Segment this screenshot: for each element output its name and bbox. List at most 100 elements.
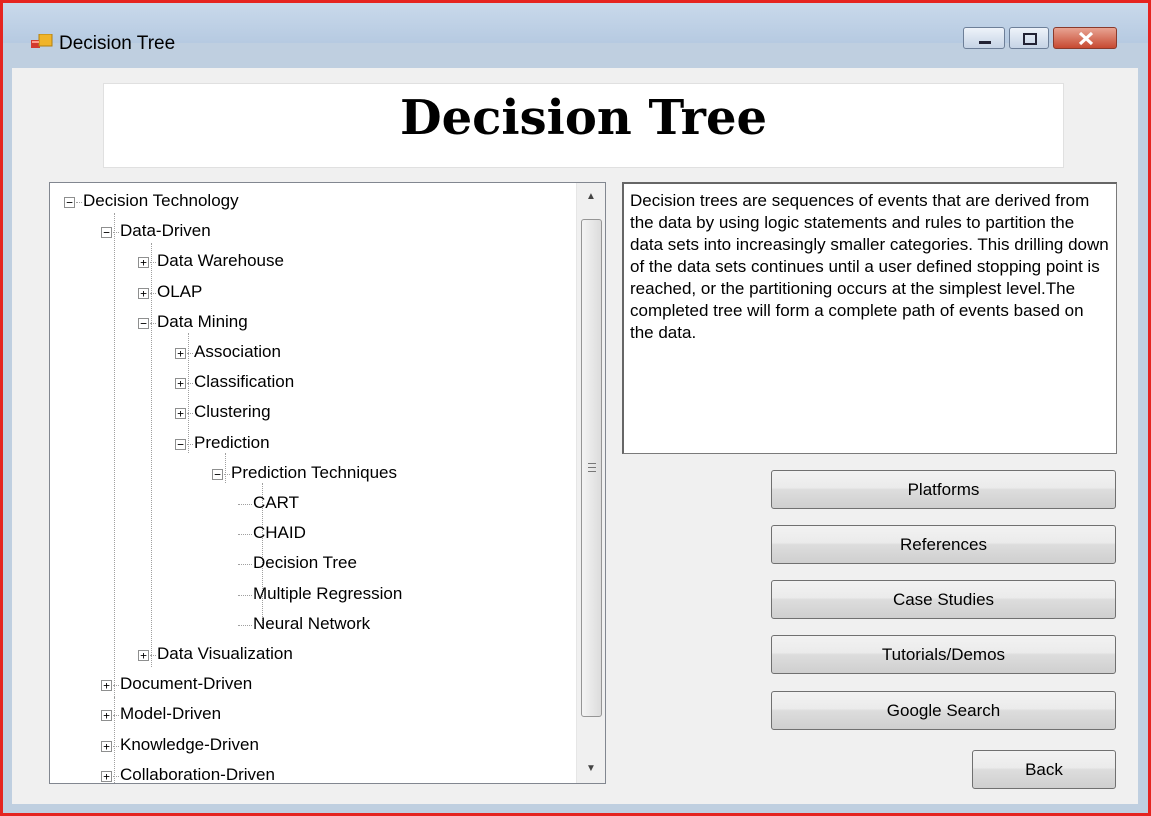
tree-connector bbox=[150, 655, 156, 656]
expand-toggle-icon[interactable]: + bbox=[138, 256, 149, 269]
tree-node[interactable]: − Data Mining bbox=[50, 304, 570, 331]
tree-connector bbox=[238, 595, 252, 596]
tree-node-label: Prediction Techniques bbox=[231, 463, 398, 482]
tutorials-demos-button[interactable]: Tutorials/Demos bbox=[771, 635, 1116, 674]
references-button[interactable]: References bbox=[771, 525, 1116, 564]
tree-node-label: Data Mining bbox=[157, 312, 248, 331]
tree-connector bbox=[150, 262, 156, 263]
tree-node[interactable]: − Decision Technology bbox=[50, 183, 570, 210]
close-button[interactable] bbox=[1053, 27, 1117, 49]
tree-connector bbox=[76, 202, 82, 203]
close-icon bbox=[1078, 31, 1094, 46]
maximize-icon bbox=[1023, 33, 1037, 45]
tree-view[interactable]: − Decision Technology − Data-Driven + Data Wa… bbox=[49, 182, 606, 784]
collapse-toggle-icon[interactable]: − bbox=[101, 226, 112, 239]
client-area: Decision Tree − Decision Technology − Data-… bbox=[12, 68, 1138, 804]
tree-connector bbox=[187, 444, 193, 445]
tree-connector bbox=[113, 715, 119, 716]
app-window: Decision Tree Decision Tree − Decision Te… bbox=[0, 0, 1151, 816]
tree-node[interactable]: + Association bbox=[50, 334, 570, 361]
tree-node-label: CART bbox=[253, 493, 299, 512]
minimize-icon bbox=[979, 41, 991, 44]
expand-toggle-icon[interactable]: + bbox=[101, 679, 112, 692]
tree-scrollbar[interactable]: ▲ ▼ bbox=[576, 183, 605, 783]
tree-node[interactable]: Neural Network bbox=[50, 606, 570, 633]
tree-node-label: Prediction bbox=[194, 433, 270, 452]
expand-toggle-icon[interactable]: + bbox=[175, 377, 186, 390]
expand-toggle-icon[interactable]: + bbox=[101, 740, 112, 753]
tree-node[interactable]: − Prediction bbox=[50, 425, 570, 452]
tree-node[interactable]: − Data-Driven bbox=[50, 213, 570, 240]
description-textbox[interactable]: Decision trees are sequences of events t… bbox=[622, 182, 1117, 454]
header-banner: Decision Tree bbox=[103, 83, 1064, 168]
tree-node-label: Clustering bbox=[194, 402, 271, 421]
maximize-button[interactable] bbox=[1009, 27, 1049, 49]
tree-node-label: Multiple Regression bbox=[253, 584, 403, 603]
tree-connector bbox=[113, 746, 119, 747]
tree-connector bbox=[238, 504, 252, 505]
tree-node-label: Model-Driven bbox=[120, 704, 222, 723]
tree-connector bbox=[187, 383, 193, 384]
tree-node[interactable]: + Data Visualization bbox=[50, 636, 570, 663]
tree-node[interactable]: + Model-Driven bbox=[50, 696, 570, 723]
tree-node-label: CHAID bbox=[253, 523, 306, 542]
tree-connector bbox=[150, 323, 156, 324]
scroll-thumb[interactable] bbox=[581, 219, 602, 717]
tree-connector bbox=[238, 564, 252, 565]
header-title: Decision Tree bbox=[399, 90, 768, 146]
tree-node-label: Association bbox=[194, 342, 281, 361]
tree-connector bbox=[150, 293, 156, 294]
tree-node-label: OLAP bbox=[157, 282, 203, 301]
tree-node-label: Decision Technology bbox=[83, 191, 239, 210]
collapse-toggle-icon[interactable]: − bbox=[212, 468, 223, 481]
scroll-down-arrow-icon[interactable]: ▼ bbox=[577, 755, 605, 783]
tree-node-label: Collaboration-Driven bbox=[120, 765, 275, 784]
title-bar: Decision Tree bbox=[3, 3, 1148, 54]
scroll-grip bbox=[588, 463, 596, 464]
platforms-button[interactable]: Platforms bbox=[771, 470, 1116, 509]
tree-node-label: Classification bbox=[194, 372, 295, 391]
tree-connector bbox=[113, 232, 119, 233]
tree-node-label: Data Visualization bbox=[157, 644, 293, 663]
tree-node[interactable]: + Knowledge-Driven bbox=[50, 727, 570, 754]
scroll-grip bbox=[588, 471, 596, 472]
case-studies-button[interactable]: Case Studies bbox=[771, 580, 1116, 619]
collapse-toggle-icon[interactable]: − bbox=[175, 438, 186, 451]
tree-node-label: Neural Network bbox=[253, 614, 371, 633]
expand-toggle-icon[interactable]: + bbox=[138, 649, 149, 662]
expand-toggle-icon[interactable]: + bbox=[138, 287, 149, 300]
tree-node[interactable]: + Collaboration-Driven bbox=[50, 757, 570, 783]
tree-node[interactable]: + Clustering bbox=[50, 394, 570, 421]
expand-toggle-icon[interactable]: + bbox=[101, 770, 112, 783]
app-icon bbox=[31, 34, 53, 48]
tree-connector bbox=[224, 474, 230, 475]
tree-node[interactable]: CART bbox=[50, 485, 570, 512]
scroll-up-arrow-icon[interactable]: ▲ bbox=[577, 183, 605, 211]
collapse-toggle-icon[interactable]: − bbox=[64, 196, 75, 209]
tree-node[interactable]: CHAID bbox=[50, 515, 570, 542]
google-search-button[interactable]: Google Search bbox=[771, 691, 1116, 730]
tree-connector bbox=[238, 534, 252, 535]
tree-connector bbox=[187, 353, 193, 354]
tree-node[interactable]: − Prediction Techniques bbox=[50, 455, 570, 482]
back-button[interactable]: Back bbox=[972, 750, 1116, 789]
expand-toggle-icon[interactable]: + bbox=[101, 709, 112, 722]
tree-node[interactable]: + Data Warehouse bbox=[50, 243, 570, 270]
tree-node-label: Data Warehouse bbox=[157, 251, 284, 270]
tree-node[interactable]: + Document-Driven bbox=[50, 666, 570, 693]
expand-toggle-icon[interactable]: + bbox=[175, 347, 186, 360]
tree-node[interactable]: + OLAP bbox=[50, 274, 570, 301]
minimize-button[interactable] bbox=[963, 27, 1005, 49]
tree-connector bbox=[187, 413, 193, 414]
tree-node[interactable]: Decision Tree bbox=[50, 545, 570, 572]
tree-node-label: Document-Driven bbox=[120, 674, 253, 693]
tree-node[interactable]: + Classification bbox=[50, 364, 570, 391]
tree-connector bbox=[113, 685, 119, 686]
tree-node-label: Data-Driven bbox=[120, 221, 211, 240]
collapse-toggle-icon[interactable]: − bbox=[138, 317, 149, 330]
expand-toggle-icon[interactable]: + bbox=[175, 407, 186, 420]
tree-node[interactable]: Multiple Regression bbox=[50, 576, 570, 603]
tree-node-label: Knowledge-Driven bbox=[120, 735, 259, 754]
window-title: Decision Tree bbox=[59, 33, 176, 54]
tree-connector bbox=[113, 776, 119, 777]
